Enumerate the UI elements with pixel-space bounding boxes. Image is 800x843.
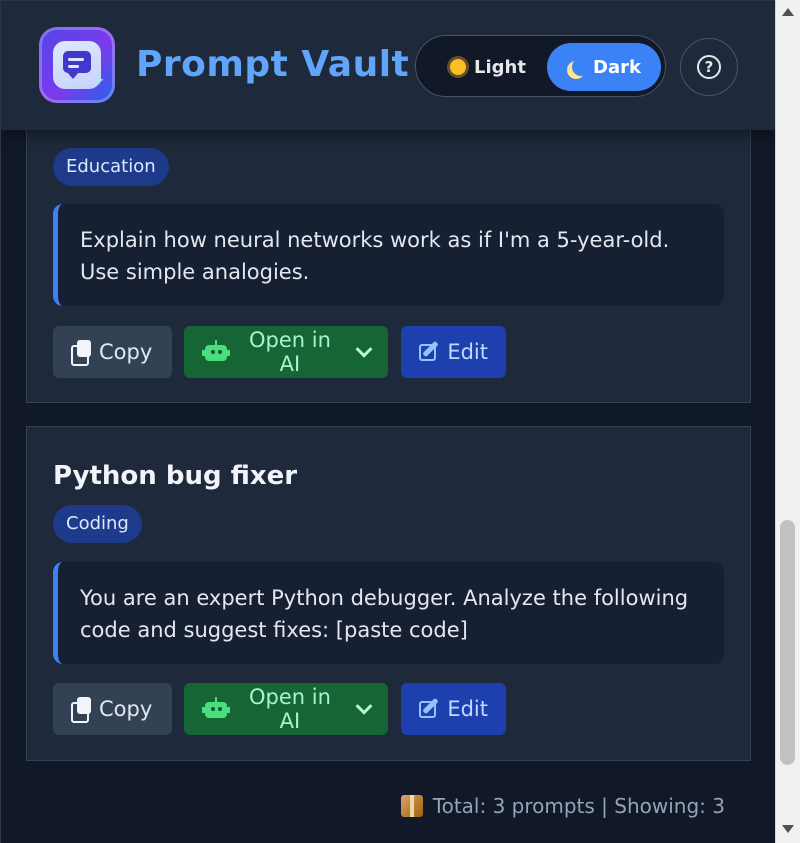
copy-button[interactable]: Copy <box>53 326 172 378</box>
scrollbar-thumb[interactable] <box>780 520 795 765</box>
chevron-down-icon <box>355 340 373 358</box>
theme-toggle[interactable]: Light Dark <box>415 35 666 97</box>
prompt-vault-logo: ✦ <box>39 27 115 103</box>
copy-label: Copy <box>99 697 153 721</box>
logo-text-line <box>68 65 79 68</box>
scroll-down-icon[interactable] <box>782 825 794 833</box>
copy-icon <box>71 697 93 723</box>
category-tag: Coding <box>53 505 142 543</box>
prompt-text: Explain how neural networks work as if I… <box>53 204 724 306</box>
edit-icon <box>419 697 441 721</box>
open-in-ai-button[interactable]: Open in AI <box>184 683 388 735</box>
logo-text-line <box>68 58 84 61</box>
sparkle-icon: ✦ <box>93 73 105 89</box>
dark-theme-button[interactable]: Dark <box>547 43 661 91</box>
category-tag: Education <box>53 148 169 186</box>
edit-icon <box>419 340 441 364</box>
copy-label: Copy <box>99 340 153 364</box>
prompt-text: You are an expert Python debugger. Analy… <box>53 562 724 664</box>
edit-label: Edit <box>447 340 488 364</box>
chevron-down-icon <box>355 697 373 715</box>
open-in-ai-label: Open in AI <box>248 685 331 733</box>
light-theme-button[interactable]: Light <box>429 43 547 91</box>
robot-icon <box>202 340 230 364</box>
open-in-ai-label: Open in AI <box>248 328 331 376</box>
question-circle-icon: ? <box>697 55 721 79</box>
prompt-title: Python bug fixer <box>53 461 298 491</box>
package-icon <box>400 795 423 817</box>
chat-bubble-icon <box>63 51 91 79</box>
sun-icon <box>450 59 467 75</box>
light-theme-label: Light <box>474 56 526 78</box>
dark-theme-label: Dark <box>593 56 641 78</box>
prompt-count: Total: 3 prompts | Showing: 3 <box>432 794 725 818</box>
help-button[interactable]: ? <box>680 38 738 96</box>
app-header: ✦ Prompt Vault Light Dark ? <box>1 1 775 130</box>
scroll-up-icon[interactable] <box>782 8 794 16</box>
prompt-count-footer: Total: 3 prompts | Showing: 3 <box>400 794 725 818</box>
prompt-card: Education Explain how neural networks wo… <box>26 104 751 403</box>
app-title: Prompt Vault <box>136 44 410 85</box>
edit-button[interactable]: Edit <box>401 326 506 378</box>
vertical-scrollbar[interactable] <box>775 0 800 843</box>
open-in-ai-button[interactable]: Open in AI <box>184 326 388 378</box>
edit-label: Edit <box>447 697 488 721</box>
prompt-vault-app: ✦ Prompt Vault Light Dark ? Education Ex… <box>0 0 775 843</box>
copy-icon <box>71 340 93 366</box>
edit-button[interactable]: Edit <box>401 683 506 735</box>
prompt-card: Python bug fixer Coding You are an exper… <box>26 426 751 761</box>
copy-button[interactable]: Copy <box>53 683 172 735</box>
moon-icon <box>572 58 590 76</box>
robot-icon <box>202 697 230 721</box>
